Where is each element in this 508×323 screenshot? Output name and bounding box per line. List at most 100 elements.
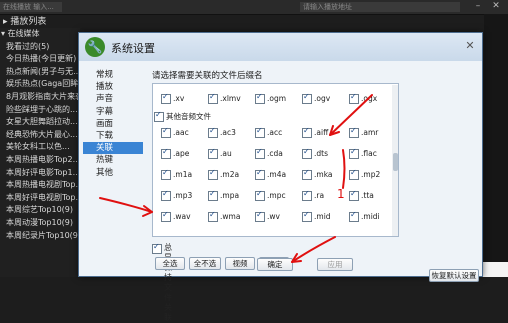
extension-label: .m1a bbox=[173, 170, 193, 179]
nav-item[interactable]: 播放 bbox=[83, 81, 143, 93]
playlist-item[interactable]: 本周综艺Top10(9) bbox=[0, 204, 80, 217]
extension-checkbox[interactable] bbox=[208, 126, 218, 138]
close-window-icon[interactable]: ✕ bbox=[490, 1, 502, 12]
extension-checkbox[interactable] bbox=[255, 210, 265, 222]
search-input[interactable]: 在线播放 输入... bbox=[0, 2, 62, 12]
close-icon[interactable]: ✕ bbox=[463, 39, 477, 53]
extension-checkbox[interactable] bbox=[208, 92, 218, 104]
extension-checkbox[interactable] bbox=[255, 147, 265, 159]
extension-checkbox[interactable] bbox=[302, 168, 312, 180]
extension-checkbox[interactable] bbox=[161, 147, 171, 159]
nav-item[interactable]: 声音 bbox=[83, 93, 143, 105]
ok-button[interactable]: 确定 bbox=[257, 258, 293, 271]
dialog-title: 系统设置 bbox=[111, 42, 155, 55]
extension-label: .mpc bbox=[267, 191, 286, 200]
nav-item[interactable]: 常规 bbox=[83, 69, 143, 81]
extension-label: .mp3 bbox=[173, 191, 193, 200]
extension-checkbox[interactable] bbox=[161, 92, 171, 104]
extension-label: .ape bbox=[173, 149, 190, 158]
playlist-item[interactable]: 女星大胆舞蹈拉动... bbox=[0, 116, 80, 129]
extension-checkbox[interactable] bbox=[161, 189, 171, 201]
extension-label: .xv bbox=[173, 94, 185, 103]
extension-checkbox[interactable] bbox=[302, 147, 312, 159]
playlist-item[interactable]: 8月观影指南大片来袭... bbox=[0, 91, 80, 104]
playlist-title: ▸ 播放列表 bbox=[3, 17, 47, 27]
online-media-header[interactable]: ▾ 在线媒体 bbox=[0, 28, 80, 41]
playlist-item[interactable]: 本周纪录片Top10(9) bbox=[0, 230, 80, 243]
scrollbar-thumb[interactable] bbox=[393, 153, 398, 171]
extension-checkbox[interactable] bbox=[208, 189, 218, 201]
extension-label: .wma bbox=[220, 212, 241, 221]
playlist-item[interactable]: 本周好评电视剧Top... bbox=[0, 192, 80, 205]
playlist-item[interactable]: 我看过的(5) bbox=[0, 41, 80, 54]
extension-checkbox[interactable] bbox=[255, 189, 265, 201]
extension-checkbox[interactable] bbox=[349, 189, 359, 201]
playlist-item[interactable]: 本周动漫Top10(9) bbox=[0, 217, 80, 230]
extension-checkbox[interactable] bbox=[349, 210, 359, 222]
nav-item[interactable]: 字幕 bbox=[83, 106, 143, 118]
nav-item[interactable]: 热键 bbox=[83, 154, 143, 166]
restore-defaults-button[interactable]: 恢复默认设置 bbox=[429, 269, 479, 282]
extension-label: .ra bbox=[314, 191, 325, 200]
extension-checkbox[interactable] bbox=[208, 210, 218, 222]
extension-checkbox[interactable] bbox=[161, 126, 171, 138]
extension-checkbox[interactable] bbox=[255, 126, 265, 138]
wrench-logo-icon: 🔧 bbox=[85, 37, 105, 57]
vertical-scrollbar[interactable] bbox=[392, 85, 398, 236]
extension-row: .mp3 .mpa .mpc .ra .tta bbox=[153, 189, 389, 203]
extension-label: .mka bbox=[314, 170, 333, 179]
association-panel: 请选择需要关联的文件后缀名 .xv .xlmv .ogm .ogv .ogx 其他音频文件… bbox=[147, 65, 479, 322]
keep-association-checkbox[interactable] bbox=[152, 242, 162, 254]
playlist-item[interactable]: 本周好评电影Top1... bbox=[0, 167, 80, 180]
apply-button[interactable]: 应用 bbox=[317, 258, 353, 271]
extension-row: .xv .xlmv .ogm .ogv .ogx bbox=[153, 92, 389, 106]
extension-checkbox[interactable] bbox=[161, 168, 171, 180]
nav-item[interactable]: 画面 bbox=[83, 118, 143, 130]
extension-checkbox[interactable] bbox=[302, 126, 312, 138]
playlist-title-label: 播放列表 bbox=[10, 17, 47, 27]
online-media-label: 在线媒体 bbox=[7, 29, 40, 38]
playlist-item[interactable]: 本周热播电视剧Top... bbox=[0, 179, 80, 192]
extension-checkbox[interactable] bbox=[349, 126, 359, 138]
extension-label: .xlmv bbox=[220, 94, 241, 103]
playlist-item[interactable]: 经典恐怖大片最心... bbox=[0, 129, 80, 142]
audio-group-checkbox[interactable] bbox=[154, 110, 164, 122]
settings-dialog: 🔧 系统设置 ✕ 常规 播放 声音 字幕 画面 下载 关联 热键 其他 请选择需要关联的文件后缀… bbox=[78, 32, 483, 322]
select-none-button[interactable]: 全不选 bbox=[189, 257, 221, 270]
extension-checkbox[interactable] bbox=[255, 92, 265, 104]
playlist-item[interactable]: 本周热播电影Top2... bbox=[0, 154, 80, 167]
url-input[interactable]: 请输入播放地址 bbox=[300, 2, 460, 12]
playlist-item[interactable]: 险些踩埋于心跳的... bbox=[0, 104, 80, 117]
extension-checkbox[interactable] bbox=[302, 92, 312, 104]
extension-checkbox[interactable] bbox=[255, 168, 265, 180]
extension-label: .tta bbox=[361, 191, 374, 200]
nav-item[interactable]: 下载 bbox=[83, 130, 143, 142]
extension-label: .mid bbox=[314, 212, 331, 221]
extension-checkbox[interactable] bbox=[208, 147, 218, 159]
extension-checkbox[interactable] bbox=[302, 210, 312, 222]
extension-label: .cda bbox=[267, 149, 283, 158]
audio-group-label: 其他音频文件 bbox=[166, 112, 211, 121]
playlist-item[interactable]: 美轮女科工以色... bbox=[0, 141, 80, 154]
extension-row: .wav .wma .wv .mid .midi bbox=[153, 210, 389, 224]
video-button[interactable]: 视频 bbox=[225, 257, 255, 270]
extension-checkbox[interactable] bbox=[349, 147, 359, 159]
prompt-label: 请选择需要关联的文件后缀名 bbox=[152, 71, 263, 81]
minimize-icon[interactable]: – bbox=[472, 1, 484, 12]
extension-checkbox[interactable] bbox=[302, 189, 312, 201]
nav-item[interactable]: 其他 bbox=[83, 167, 143, 179]
playlist-item[interactable]: 娱乐热点(Gaga回眸...) bbox=[0, 78, 80, 91]
extension-label: .dts bbox=[314, 149, 328, 158]
extension-checkbox[interactable] bbox=[349, 92, 359, 104]
extension-checkbox[interactable] bbox=[349, 168, 359, 180]
extension-checkbox[interactable] bbox=[161, 210, 171, 222]
extension-label: .aac bbox=[173, 128, 189, 137]
extension-label: .ac3 bbox=[220, 128, 236, 137]
playlist-item[interactable]: 热点新闻(男子与无...) bbox=[0, 66, 80, 79]
audio-group-header[interactable]: 其他音频文件 bbox=[153, 110, 389, 124]
select-all-button[interactable]: 全选 bbox=[155, 257, 185, 270]
nav-item[interactable]: 关联 bbox=[83, 142, 143, 155]
extension-label: .ogx bbox=[361, 94, 378, 103]
playlist-item[interactable]: 今日热播(今日更新) bbox=[0, 53, 80, 66]
extension-checkbox[interactable] bbox=[208, 168, 218, 180]
